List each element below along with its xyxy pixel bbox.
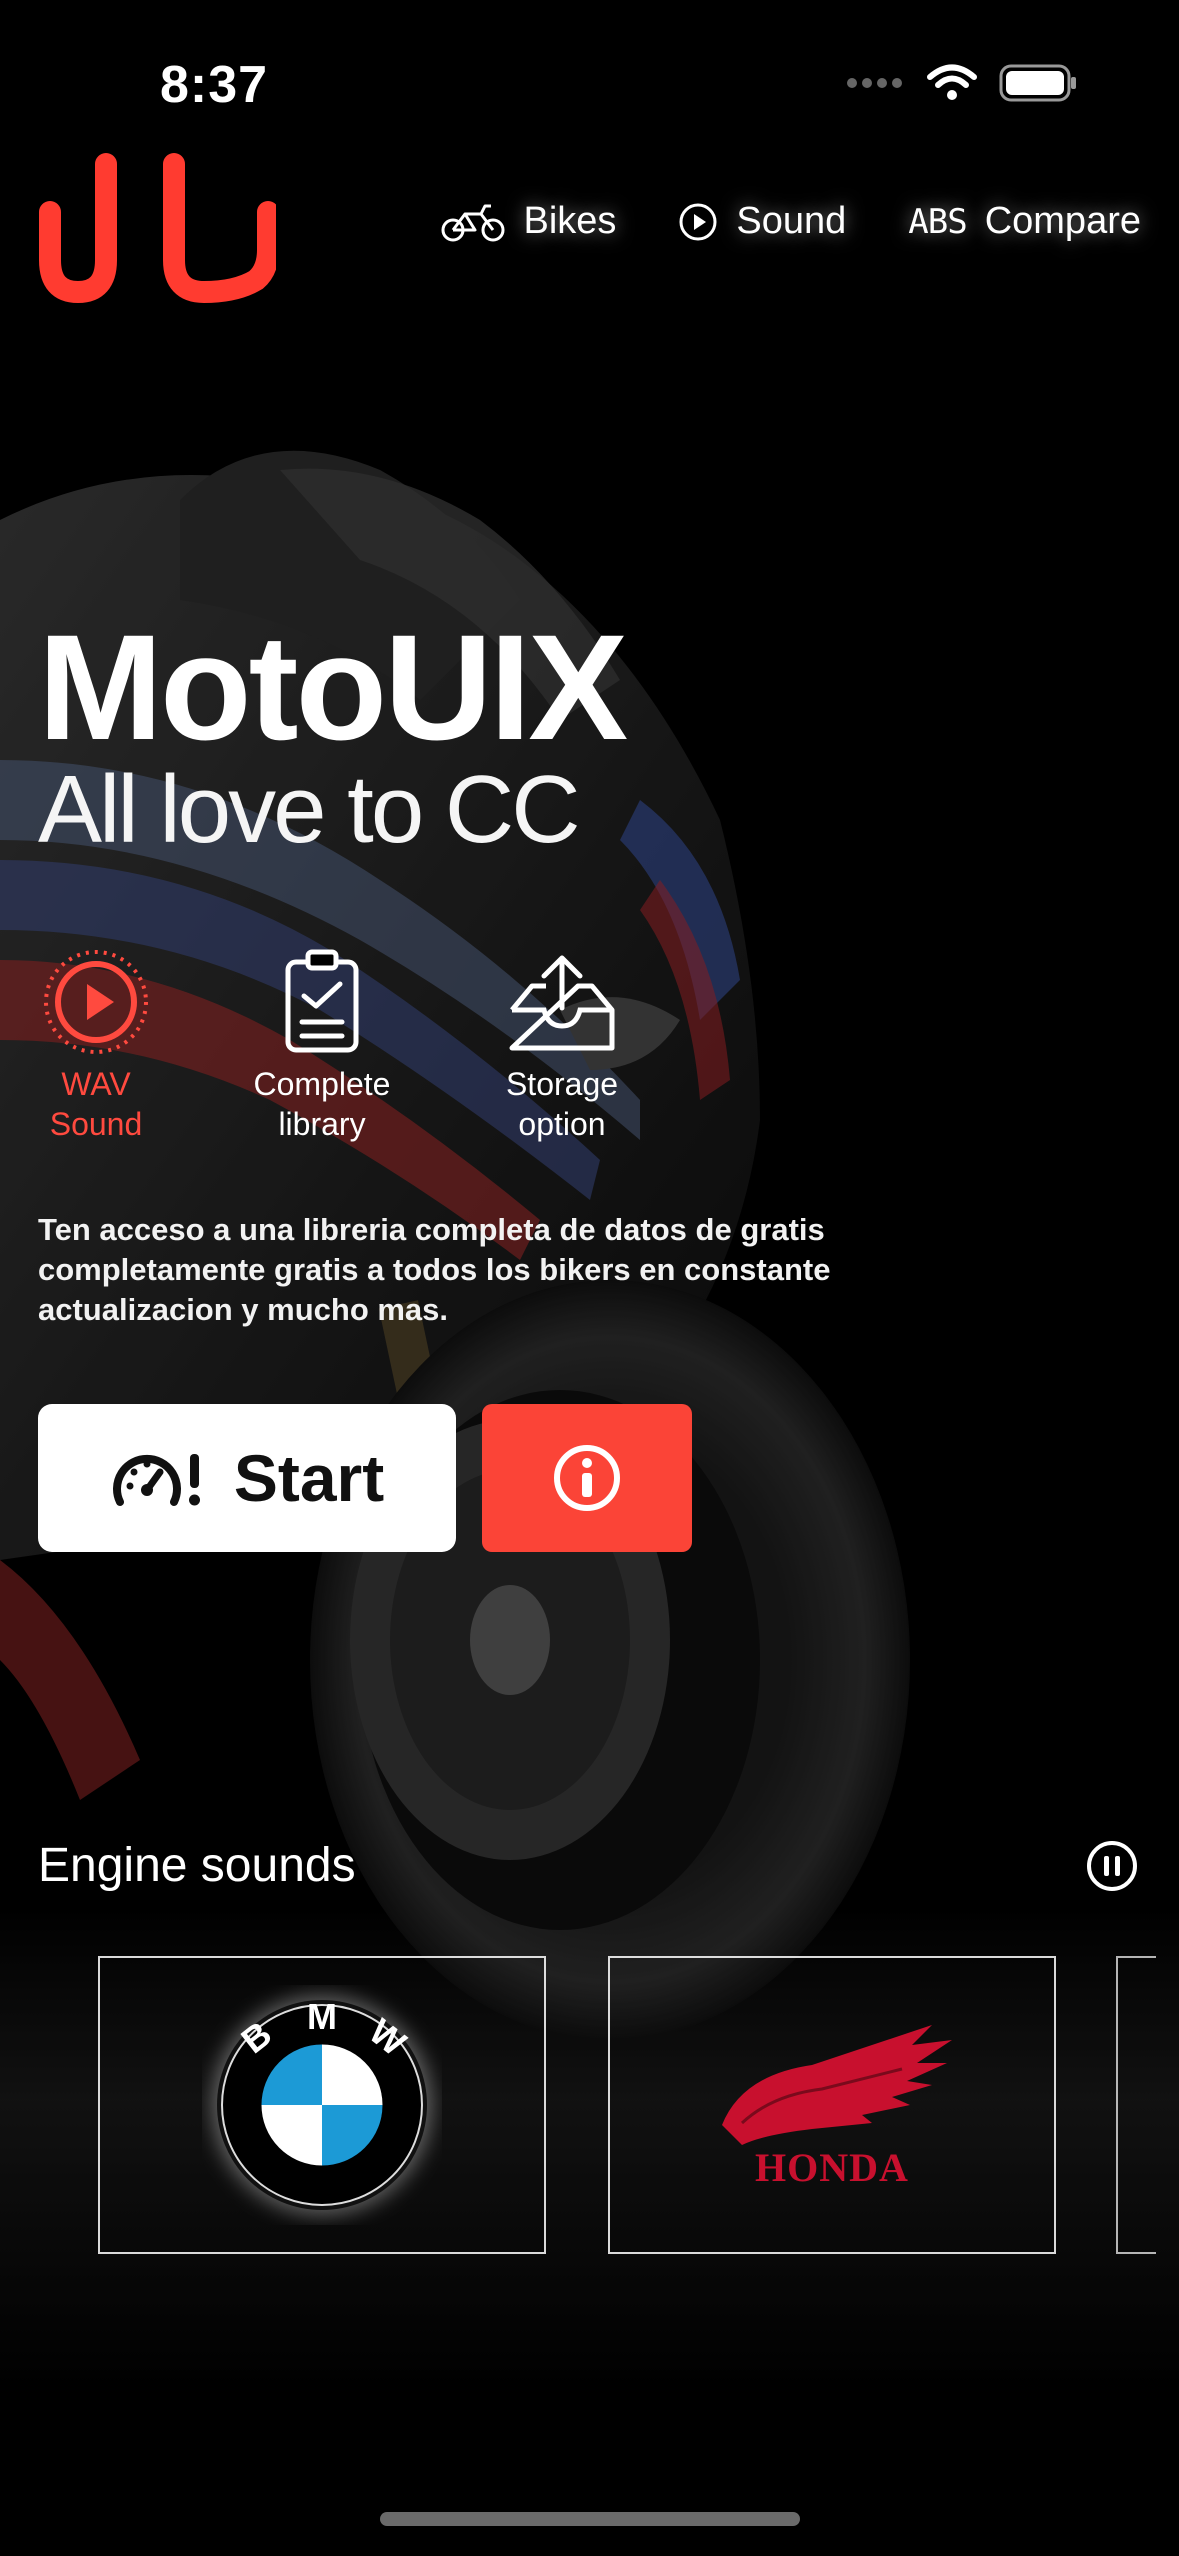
feature-sto-line1: Storage [505, 1066, 619, 1102]
nav-compare[interactable]: ABS Compare [908, 200, 1141, 243]
play-circle-icon [679, 203, 717, 240]
nav-sound-label: Sound [736, 200, 847, 242]
honda-logo: HONDA [722, 2025, 952, 2190]
brand-card-honda[interactable]: HONDA [608, 1956, 1056, 2254]
bicycle-icon [441, 204, 505, 241]
feature-sto-line2: option [518, 1106, 606, 1142]
signal-dots-icon [847, 78, 902, 88]
brand-card-partial[interactable] [1116, 1956, 1156, 2254]
feature-wav-line1: WAV [61, 1066, 131, 1102]
bmw-letter-m: M [307, 1996, 337, 2037]
nav-compare-label: Compare [984, 200, 1141, 242]
status-icons [847, 64, 1079, 102]
tray-upload-icon [509, 955, 615, 1051]
description-text: Ten acceso a una libreria completa de da… [38, 1212, 831, 1327]
status-time: 8:37 [160, 56, 269, 114]
gauge-alert-icon [112, 1454, 200, 1506]
wifi-icon [927, 64, 977, 100]
hero-subtitle: All love to CC [38, 756, 581, 863]
clipboard-check-icon [285, 949, 359, 1053]
info-circle-icon [554, 1445, 620, 1511]
nav-bikes[interactable]: Bikes [441, 200, 616, 243]
brand-card-bmw[interactable]: B M W [98, 1956, 546, 2254]
battery-icon [999, 64, 1076, 102]
engine-sounds-title: Engine sounds [38, 1839, 356, 1892]
nav-sound[interactable]: Sound [678, 200, 846, 243]
nav-bikes-label: Bikes [523, 200, 617, 242]
app-logo[interactable] [36, 150, 276, 310]
feature-lib-line1: Complete [253, 1066, 391, 1102]
feature-wav-sound[interactable]: WAV Sound [0, 948, 196, 1144]
info-button[interactable] [482, 1404, 692, 1552]
start-button[interactable]: Start [38, 1404, 456, 1552]
feature-wav-line2: Sound [49, 1106, 143, 1142]
pause-circle-icon[interactable] [1086, 1840, 1138, 1892]
hero-title: MotoUIX [38, 603, 628, 771]
feature-complete-library[interactable]: Complete library [222, 948, 422, 1144]
status-bar: 8:37 [0, 0, 1179, 170]
top-navigation: Bikes Sound ABS Compare [441, 200, 1141, 243]
feature-storage-option[interactable]: Storage option [462, 948, 662, 1144]
abs-icon: ABS [908, 201, 967, 242]
start-button-label: Start [233, 1441, 385, 1515]
home-indicator[interactable] [380, 2512, 800, 2526]
bmw-logo: B M W [212, 1995, 432, 2215]
honda-wordmark: HONDA [755, 2145, 909, 2190]
play-circle-dotted-icon [44, 950, 148, 1054]
feature-lib-line2: library [278, 1106, 366, 1142]
